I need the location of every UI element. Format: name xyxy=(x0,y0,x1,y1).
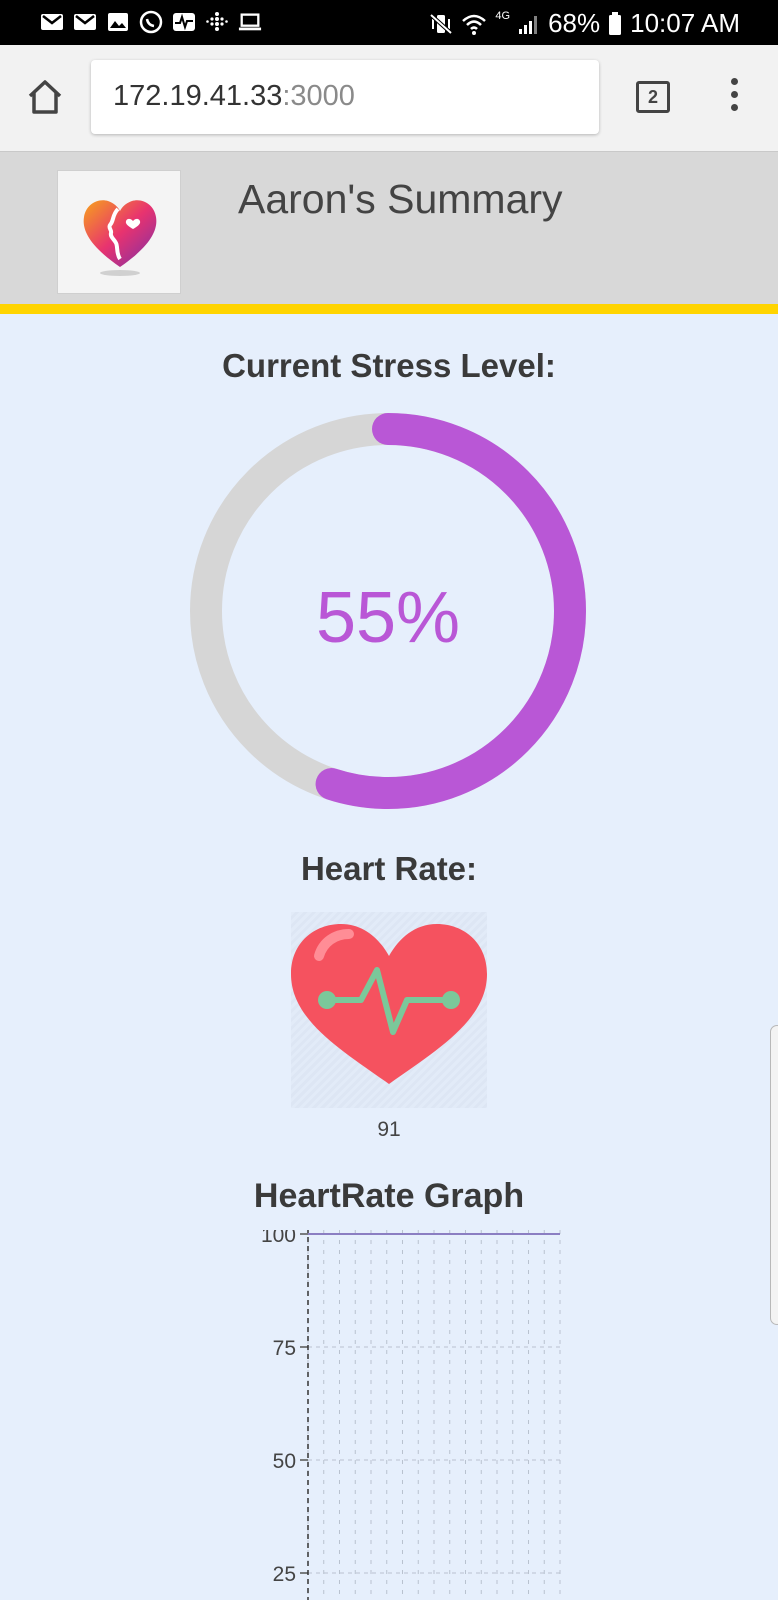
gmail-icon xyxy=(73,10,97,34)
url-text: 172.19.41.33:3000 xyxy=(113,80,355,113)
heart-rate-image xyxy=(291,912,487,1108)
status-bar: 4G 68% 10:07 AM xyxy=(0,0,778,45)
y-tick-label: 75 xyxy=(273,1337,296,1360)
y-tick-label: 100 xyxy=(261,1230,296,1247)
heart-rate-chart: 100 75 50 25 xyxy=(240,1210,590,1600)
menu-dot xyxy=(730,91,738,98)
whatsapp-icon xyxy=(139,10,163,34)
app-header: Aaron's Summary xyxy=(0,152,778,314)
heart-pulse-icon xyxy=(291,924,487,1084)
network-type: 4G xyxy=(495,9,511,22)
stress-value: 55% xyxy=(316,578,460,658)
health-icon xyxy=(172,10,196,34)
home-icon xyxy=(28,80,62,114)
url-bar[interactable]: 172.19.41.33:3000 xyxy=(91,60,599,134)
system-status: 4G 68% 10:07 AM xyxy=(429,8,740,39)
gallery-icon xyxy=(106,10,130,34)
notification-icons xyxy=(40,10,262,34)
app-logo xyxy=(57,170,181,294)
signal-icon xyxy=(518,13,540,35)
heart-face-logo-icon xyxy=(83,200,157,276)
wifi-icon xyxy=(461,12,487,36)
scrollbar-handle[interactable] xyxy=(770,1025,778,1325)
home-button[interactable] xyxy=(24,76,66,118)
laptop-icon xyxy=(238,10,262,34)
tab-switcher-button[interactable]: 2 xyxy=(636,81,670,113)
clock: 10:07 AM xyxy=(630,8,740,38)
heart-rate-title: Heart Rate: xyxy=(300,850,478,887)
url-host: 172.19.41.33 xyxy=(113,80,283,112)
menu-dot xyxy=(730,78,738,85)
gmail-icon xyxy=(40,10,64,34)
url-port: :3000 xyxy=(282,80,355,112)
menu-dot xyxy=(730,104,738,111)
heart-rate-graph-title: HeartRate Graph xyxy=(253,1177,525,1215)
page-title: Aaron's Summary xyxy=(238,176,563,222)
heart-rate-value: 91 xyxy=(377,1118,401,1141)
battery-icon xyxy=(608,11,622,36)
y-tick-label: 25 xyxy=(273,1563,296,1586)
vibrate-mute-icon xyxy=(429,12,453,36)
overflow-menu-button[interactable] xyxy=(724,78,744,118)
y-tick-label: 50 xyxy=(273,1450,296,1473)
browser-toolbar: 172.19.41.33:3000 2 xyxy=(0,45,778,152)
fitbit-icon xyxy=(205,10,229,34)
stress-level-title: Current Stress Level: xyxy=(222,347,556,384)
battery-percent: 68% xyxy=(548,8,601,38)
stress-gauge: 55% xyxy=(186,409,590,813)
